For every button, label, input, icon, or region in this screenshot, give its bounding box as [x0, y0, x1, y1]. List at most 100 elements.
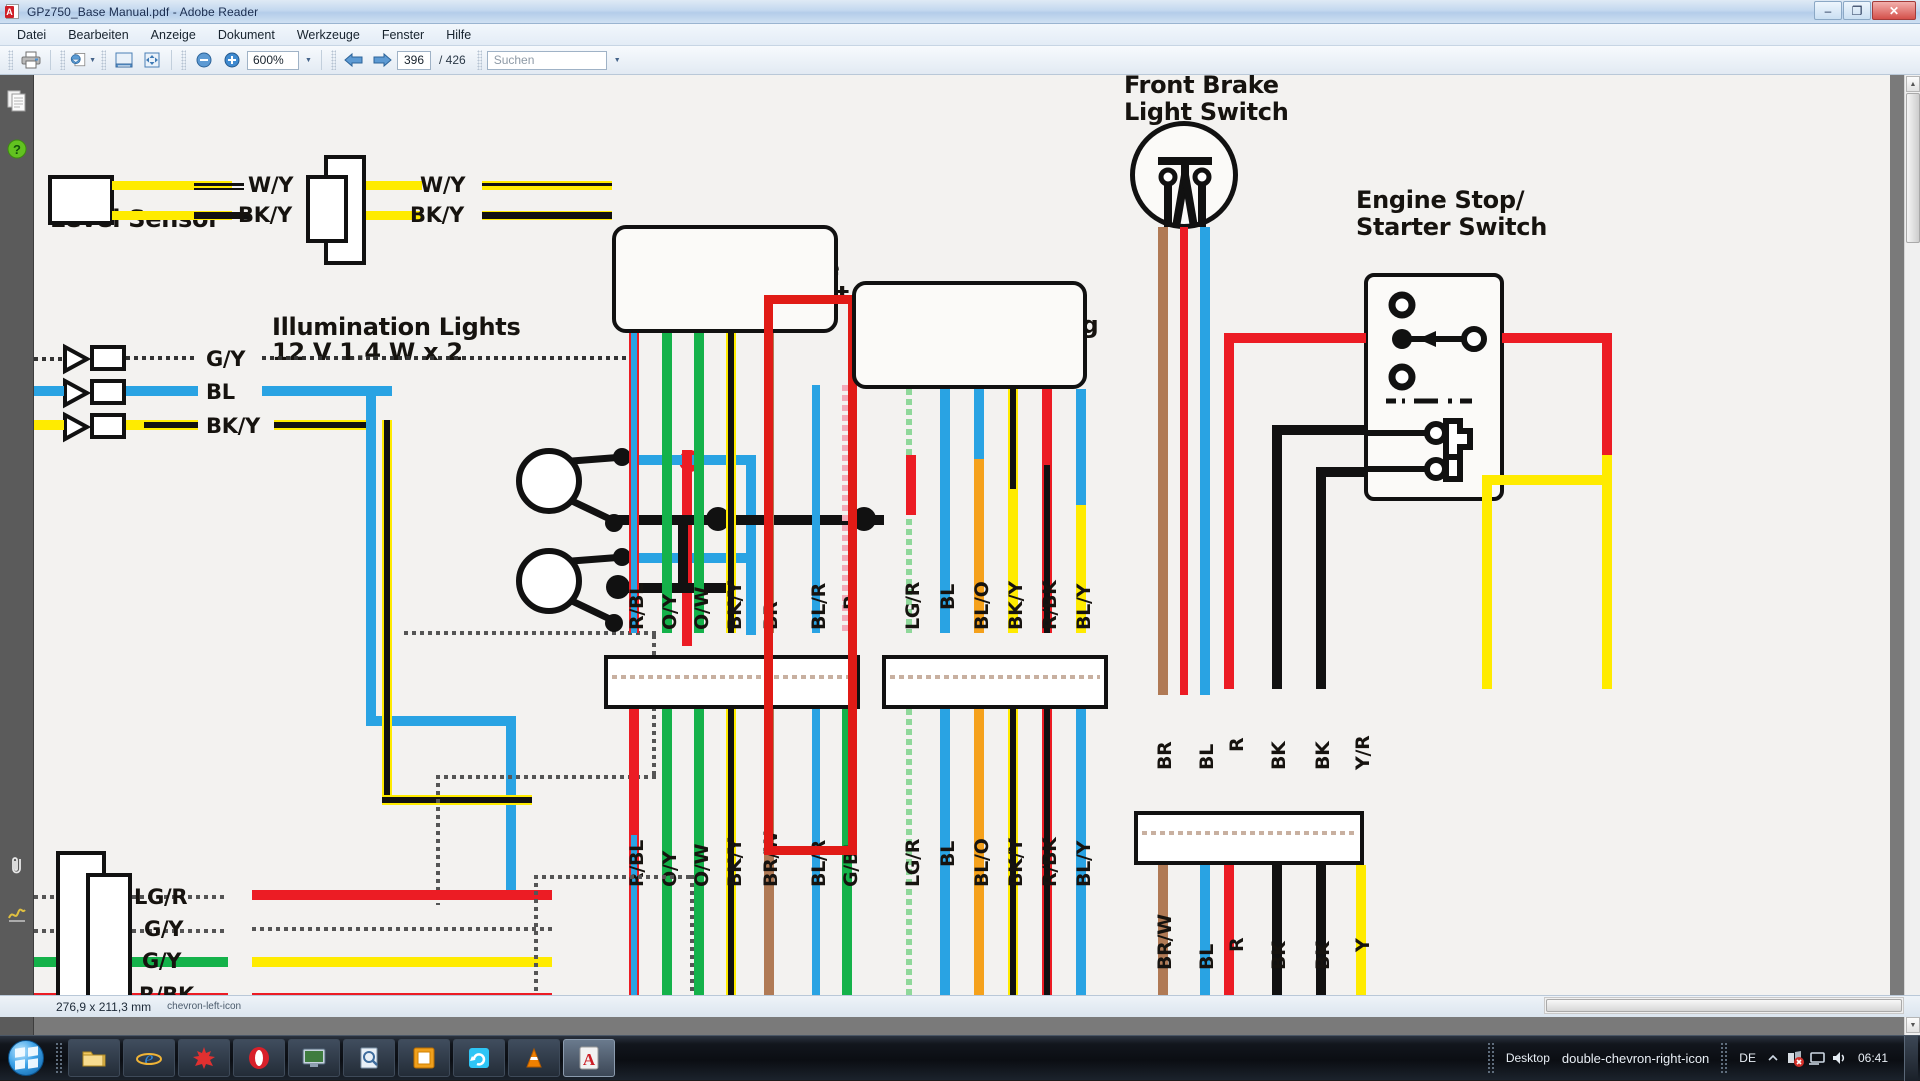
double-chevron-right-icon[interactable]: double-chevron-right-icon [1556, 1051, 1715, 1066]
page-number-input[interactable]: 396 [397, 50, 431, 70]
taskbar-item-media-icon[interactable] [398, 1039, 450, 1077]
wire-bk-lead-2-down [1316, 467, 1326, 689]
wire-gy-dash-right [262, 356, 632, 360]
label-brw-right-lower: BR/W [1154, 914, 1176, 970]
minimize-button[interactable]: – [1814, 1, 1842, 20]
right-connector-block [1134, 811, 1364, 865]
toolbar-grip-5[interactable] [331, 50, 336, 70]
zoom-dropdown-button[interactable]: ▼ [301, 51, 315, 70]
illumination-connector-inner [306, 175, 348, 243]
page-thumbnails-icon[interactable] [0, 81, 34, 121]
toolbar-grip[interactable] [8, 50, 13, 70]
toolbar-grip-4[interactable] [181, 50, 186, 70]
close-button[interactable]: ✕ [1872, 1, 1916, 20]
wire-y-vertical-black [384, 420, 390, 805]
speaker-icon[interactable] [1828, 1046, 1850, 1070]
paperclip-icon[interactable] [0, 845, 34, 885]
taskbar-item-adobe-reader-icon[interactable]: A [563, 1039, 615, 1077]
display-icon[interactable] [1806, 1046, 1828, 1070]
wire-gy-dash-mid [126, 356, 196, 360]
wire-bl-vertical [366, 386, 376, 726]
heading-illumination-rating: 12 V 1.4 W x 2 [272, 338, 463, 366]
taskbar-item-vlc-icon[interactable] [508, 1039, 560, 1077]
wire-r-supply-in [1224, 333, 1366, 343]
vertical-scroll-thumb[interactable] [1906, 93, 1920, 243]
horizontal-scrollbar[interactable] [1544, 997, 1904, 1014]
label-rbk-lower: R/BK [1039, 837, 1061, 887]
toolbar-separator [50, 50, 51, 70]
wire-bky-mid-black [144, 422, 198, 428]
chevron-down-icon[interactable]: ▼ [89, 57, 96, 64]
taskbar-item-sync-icon[interactable] [453, 1039, 505, 1077]
label-wy-2: W/Y [420, 173, 466, 197]
email-attachment-icon[interactable]: ▼ [70, 48, 96, 72]
label-bl-right-lower: BL [1196, 944, 1218, 970]
zoom-out-icon[interactable] [191, 48, 217, 72]
zoom-in-icon[interactable] [219, 48, 245, 72]
toolbar: ▼ 600% ▼ 396 / 426 Suchen ▼ [0, 46, 1920, 75]
wire-br-brake [1158, 227, 1168, 695]
menu-werkzeuge[interactable]: Werkzeuge [286, 26, 371, 44]
menu-hilfe[interactable]: Hilfe [435, 26, 482, 44]
label-wy-1: W/Y [248, 173, 294, 197]
right-connector-line [1142, 831, 1356, 835]
show-desktop-button[interactable] [1904, 1035, 1918, 1081]
wire-bk-right-lower-2 [1316, 865, 1326, 1015]
label-lgr-lower: LG/R [902, 838, 924, 887]
menu-fenster[interactable]: Fenster [371, 26, 435, 44]
menu-dokument[interactable]: Dokument [207, 26, 286, 44]
wire-bk-right-lower-1 [1272, 865, 1282, 1015]
taskbar-item-preview-icon[interactable] [343, 1039, 395, 1077]
horizontal-scroll-thumb[interactable] [1546, 999, 1902, 1012]
printer-icon[interactable] [18, 48, 44, 72]
tray-grip[interactable] [1486, 1042, 1495, 1074]
taskbar-item-explorer-icon[interactable] [68, 1039, 120, 1077]
search-input[interactable]: Suchen [486, 50, 607, 70]
taskbar-item-internet-explorer-icon[interactable]: e [123, 1039, 175, 1077]
scroll-up-arrow[interactable]: ▲ [1906, 76, 1920, 92]
taskbar-grip[interactable] [55, 1042, 63, 1074]
arrow-left-icon[interactable] [341, 48, 367, 72]
label-bky-reserve-upper: BK/Y [1005, 581, 1027, 630]
pdf-document-icon: A [5, 3, 21, 20]
save-icon[interactable] [111, 48, 137, 72]
desktop-toolbar-label[interactable]: Desktop [1500, 1051, 1556, 1065]
maximize-button[interactable]: ❐ [1843, 1, 1871, 20]
fit-page-icon[interactable] [139, 48, 165, 72]
network-error-icon[interactable] [1784, 1046, 1806, 1070]
wire-bl-mid [126, 386, 198, 396]
arrow-right-icon[interactable] [369, 48, 395, 72]
tray-grip-2[interactable] [1720, 1042, 1729, 1074]
close-glyph: ✕ [1888, 3, 1900, 18]
signature-icon[interactable] [0, 893, 34, 933]
menu-anzeige[interactable]: Anzeige [140, 26, 207, 44]
wire-bl-vertical-2 [506, 716, 516, 896]
taskbar-item-remote-desktop-icon[interactable] [288, 1039, 340, 1077]
chevron-up-icon[interactable] [1762, 1046, 1784, 1070]
zoom-level-input[interactable]: 600% [247, 50, 299, 70]
help-question-icon[interactable]: ? [0, 129, 34, 169]
toolbar-grip-3[interactable] [101, 50, 106, 70]
taskbar-item-opera-icon[interactable] [233, 1039, 285, 1077]
taskbar-item-maple-icon[interactable] [178, 1039, 230, 1077]
label-blo-lower: BL/O [971, 838, 993, 887]
menu-bearbeiten[interactable]: Bearbeiten [57, 26, 139, 44]
clock[interactable]: 06:41 [1850, 1051, 1898, 1065]
diode-box-1 [90, 345, 126, 371]
chevron-left-icon[interactable]: chevron-left-icon [167, 1001, 241, 1012]
svg-text:e: e [145, 1048, 154, 1070]
label-oy-upper: O/Y [659, 594, 681, 630]
search-dropdown-button[interactable]: ▼ [609, 51, 625, 70]
toolbar-grip-6[interactable] [476, 50, 482, 70]
menu-datei[interactable]: Datei [6, 26, 57, 44]
scroll-down-arrow[interactable]: ▼ [1906, 1017, 1920, 1033]
windows-start-orb[interactable] [2, 1038, 50, 1078]
label-gy-bottom-1: G/Y [144, 917, 184, 941]
toolbar-grip-2[interactable] [60, 50, 65, 70]
language-indicator[interactable]: DE [1733, 1051, 1762, 1065]
dotted-box-left [534, 875, 538, 1015]
wire-bl-left [34, 386, 64, 396]
engine-stop-switch-symbol [1364, 291, 1487, 482]
vertical-scrollbar[interactable]: ▲ ▼ [1904, 75, 1920, 1035]
document-canvas[interactable]: Level Sensor Illumination Lights 12 V 1.… [34, 75, 1906, 1035]
